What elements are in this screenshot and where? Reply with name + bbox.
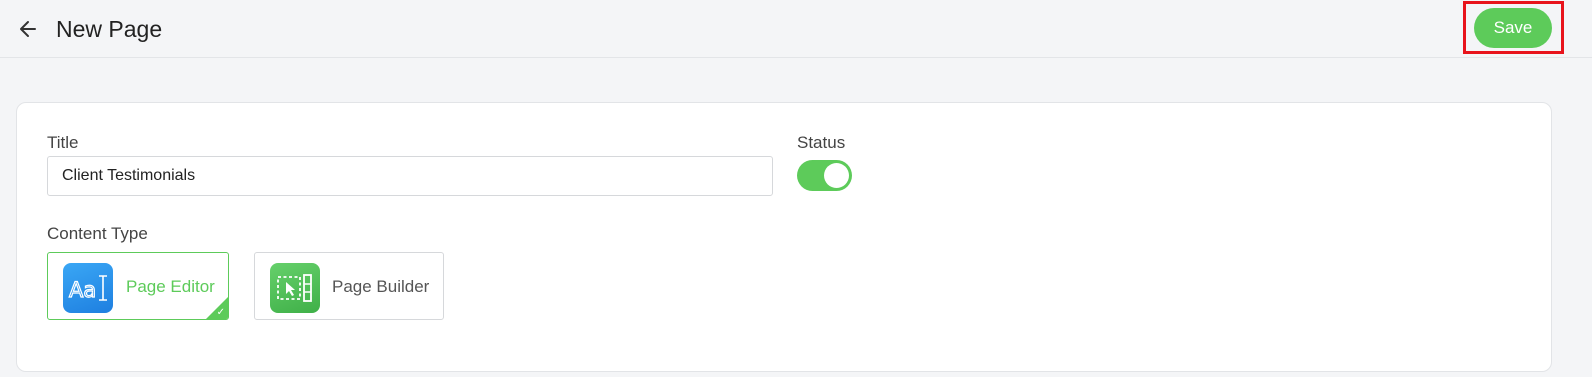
content-type-label: Content Type bbox=[47, 224, 148, 243]
page-title: New Page bbox=[56, 16, 163, 42]
status-toggle[interactable] bbox=[797, 160, 852, 191]
option-label: Page Editor bbox=[126, 277, 215, 296]
svg-text:Aa: Aa bbox=[69, 278, 96, 302]
content-type-page-editor[interactable]: Aa Page Editor ✓ bbox=[47, 252, 229, 320]
layout-builder-icon bbox=[270, 263, 320, 313]
save-button[interactable]: Save bbox=[1474, 8, 1552, 48]
content-type-page-builder[interactable]: Page Builder bbox=[254, 252, 444, 320]
check-icon: ✓ bbox=[216, 307, 225, 318]
page-settings-card: Title Status Content Type Aa Page Editor… bbox=[16, 102, 1552, 372]
status-label: Status bbox=[797, 133, 846, 152]
arrow-left-icon bbox=[20, 21, 36, 37]
title-label: Title bbox=[47, 133, 79, 152]
option-label: Page Builder bbox=[332, 277, 430, 296]
toggle-knob bbox=[824, 163, 849, 188]
text-editor-icon: Aa bbox=[63, 263, 113, 313]
back-button[interactable] bbox=[14, 15, 42, 43]
title-input[interactable] bbox=[47, 156, 773, 196]
page-header: New Page Save bbox=[0, 0, 1592, 58]
